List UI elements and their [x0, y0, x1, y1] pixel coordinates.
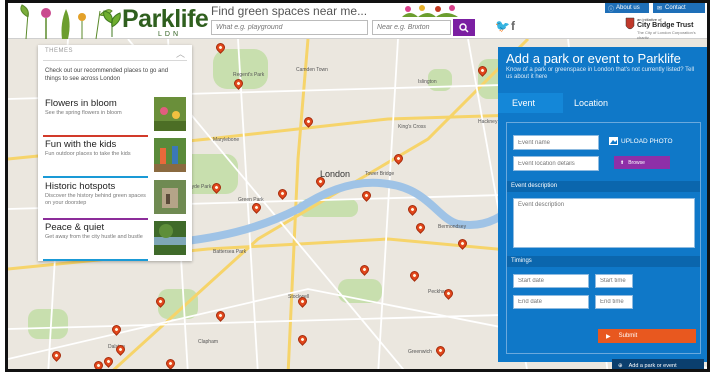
- site-header: Parklife LDN Find green spaces near me..…: [8, 3, 707, 40]
- map-label: Marylebone: [213, 137, 240, 143]
- panel-description: Know of a park or greenspace in London t…: [506, 67, 695, 80]
- logo-wordmark[interactable]: Parklife: [122, 5, 209, 34]
- theme-item-kids[interactable]: Fun with the kids Fun outdoor places to …: [43, 136, 187, 178]
- theme-thumbnail: [154, 138, 186, 172]
- contact-label: Contact: [665, 5, 686, 11]
- search-icon: [459, 22, 469, 33]
- map-label: Green Park: [238, 197, 264, 203]
- end-date-input[interactable]: [513, 295, 589, 309]
- search-button[interactable]: [453, 19, 475, 36]
- search-input[interactable]: [211, 20, 368, 35]
- end-time-input[interactable]: [595, 295, 633, 309]
- upload-photo-label: UPLOAD PHOTO: [621, 137, 673, 145]
- map-label: Tower Bridge: [365, 171, 395, 177]
- mail-icon: ✉: [657, 5, 663, 12]
- submit-label: Submit: [618, 333, 638, 339]
- theme-accent-bar: [43, 259, 148, 261]
- plant-illustration-icon: [20, 4, 113, 39]
- map-label: London: [320, 169, 351, 179]
- theme-subtitle: Discover the history behind green spaces…: [45, 193, 146, 206]
- divider: [43, 60, 187, 61]
- map-label: Regent's Park: [233, 72, 265, 78]
- theme-title: Fun with the kids: [45, 139, 117, 150]
- event-description-heading: Event description: [507, 181, 700, 192]
- chevron-up-icon[interactable]: ︿: [176, 47, 185, 60]
- panel-title: Add a park or event to Parklife: [506, 51, 681, 66]
- map-label: Greenwich: [408, 349, 432, 355]
- add-park-label: Add a park or event: [628, 363, 677, 369]
- map-label: Bermondsey: [438, 224, 467, 230]
- event-name-input[interactable]: [513, 135, 599, 150]
- map-label: Clapham: [198, 339, 219, 345]
- flowers-illustration-icon: [402, 5, 458, 17]
- add-park-bar[interactable]: ⊕ Add a park or event: [612, 359, 704, 369]
- theme-title: Peace & quiet: [45, 222, 105, 233]
- play-icon: ▶: [606, 333, 611, 340]
- event-location-input[interactable]: [513, 156, 599, 171]
- facebook-icon[interactable]: f: [511, 19, 515, 33]
- tab-event[interactable]: Event: [498, 93, 563, 113]
- add-park-panel: Add a park or event to Parklife Know of …: [498, 47, 707, 362]
- near-input[interactable]: [372, 20, 451, 35]
- upload-photo-button[interactable]: UPLOAD PHOTO: [609, 137, 673, 145]
- map-label: Islington: [418, 79, 437, 85]
- tab-location[interactable]: Location: [560, 93, 640, 113]
- theme-item-flowers[interactable]: Flowers in bloom See the spring flowers …: [43, 95, 187, 137]
- logo-subtitle: LDN: [158, 31, 182, 38]
- plus-circle-icon: ⊕: [618, 363, 623, 369]
- map-label: King's Cross: [398, 124, 426, 130]
- about-us-label: About us: [616, 5, 640, 11]
- themes-intro: Check out our recommended places to go a…: [45, 68, 169, 82]
- start-date-input[interactable]: [513, 274, 589, 288]
- app-frame: Parklife LDN Find green spaces near me..…: [5, 0, 710, 372]
- info-icon: ⓘ: [608, 6, 615, 13]
- theme-item-peace[interactable]: Peace & quiet Get away from the city hus…: [43, 219, 187, 261]
- crest-icon: [625, 17, 635, 30]
- about-us-button[interactable]: ⓘ About us: [605, 3, 649, 13]
- theme-subtitle: Get away from the city hustle and bustle: [45, 234, 143, 240]
- browse-button[interactable]: ⬆ Browse: [614, 156, 670, 169]
- trust-name: City Bridge Trust: [637, 22, 694, 29]
- theme-subtitle: Fun outdoor places to take the kids: [45, 151, 131, 157]
- theme-thumbnail: [154, 180, 186, 214]
- event-description-textarea[interactable]: [513, 198, 695, 248]
- theme-thumbnail: [154, 221, 186, 255]
- themes-heading: THEMES: [45, 48, 74, 54]
- theme-item-historic[interactable]: Historic hotspots Discover the history b…: [43, 178, 187, 220]
- leaf-icon: [103, 10, 121, 37]
- browse-label: Browse: [628, 159, 645, 166]
- theme-subtitle: See the spring flowers in bloom: [45, 110, 122, 116]
- upload-arrow-icon: ⬆: [620, 159, 625, 166]
- theme-thumbnail: [154, 97, 186, 131]
- twitter-icon[interactable]: 🐦: [495, 19, 510, 33]
- panel-tabs: Event Location: [498, 93, 707, 113]
- event-form: UPLOAD PHOTO ⬆ Browse Event description …: [506, 122, 701, 354]
- themes-panel: THEMES ︿ Check out our recommended place…: [38, 45, 192, 261]
- contact-button[interactable]: ✉ Contact: [653, 3, 705, 13]
- theme-title: Historic hotspots: [45, 181, 116, 192]
- theme-title: Flowers in bloom: [45, 98, 117, 109]
- start-time-input[interactable]: [595, 274, 633, 288]
- map-label: Hackney: [478, 119, 498, 125]
- image-icon: [609, 137, 618, 145]
- find-label: Find green spaces near me...: [211, 4, 368, 18]
- submit-button[interactable]: ▶ Submit: [598, 329, 696, 343]
- map-label: Camden Town: [296, 67, 328, 73]
- map-label: Battersea Park: [213, 249, 247, 255]
- timings-heading: Timings: [507, 256, 700, 267]
